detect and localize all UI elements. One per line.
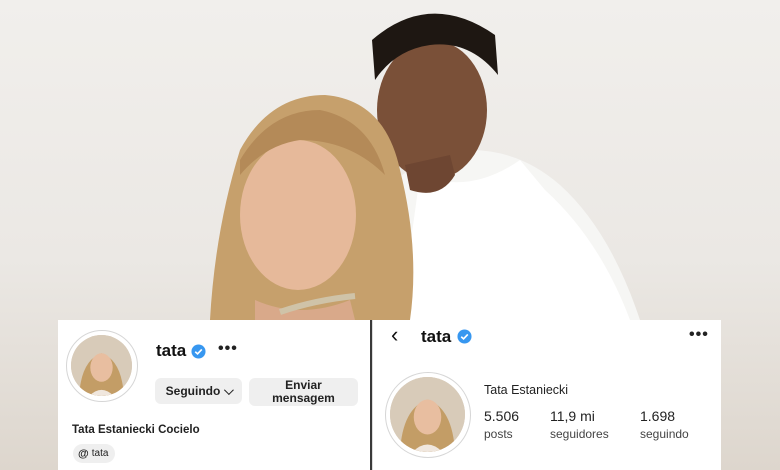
following-button-label: Seguindo [165, 383, 221, 398]
following-count[interactable]: 1.698 [640, 408, 675, 424]
display-name: Tata Estaniecki [484, 383, 569, 397]
verified-badge-icon [457, 329, 472, 344]
threads-label: tata [91, 448, 109, 459]
profile-handle: tata [156, 341, 187, 360]
more-options-icon[interactable]: ••• [218, 340, 238, 358]
send-message-button[interactable]: Enviar mensagem [249, 378, 358, 406]
avatar[interactable] [71, 335, 132, 396]
followers-count[interactable]: 11,9 mi [550, 408, 595, 424]
following-button[interactable]: Seguindo [155, 378, 242, 404]
back-chevron-icon[interactable]: ‹ [391, 322, 398, 348]
threads-badge[interactable]: @ tata [73, 444, 116, 463]
threads-icon: @ [78, 447, 89, 460]
posts-label: posts [484, 427, 513, 441]
verified-badge-icon [191, 344, 206, 359]
chevron-down-icon [224, 384, 235, 395]
followers-label[interactable]: seguidores [550, 427, 609, 441]
profile-handle: tata [421, 327, 452, 346]
send-message-label: Enviar mensagem [272, 378, 335, 405]
more-options-icon[interactable]: ••• [689, 326, 709, 344]
following-label[interactable]: seguindo [640, 427, 689, 441]
profile-panel-right: ‹ tata ••• Tata Estaniecki 5.506 posts 1… [372, 320, 721, 470]
posts-count: 5.506 [484, 408, 520, 424]
full-name: Tata Estaniecki Cocielo [72, 424, 200, 436]
avatar[interactable] [390, 377, 465, 452]
profile-panel-left: tata ••• Seguindo Enviar mensagem Tata E… [58, 320, 370, 470]
